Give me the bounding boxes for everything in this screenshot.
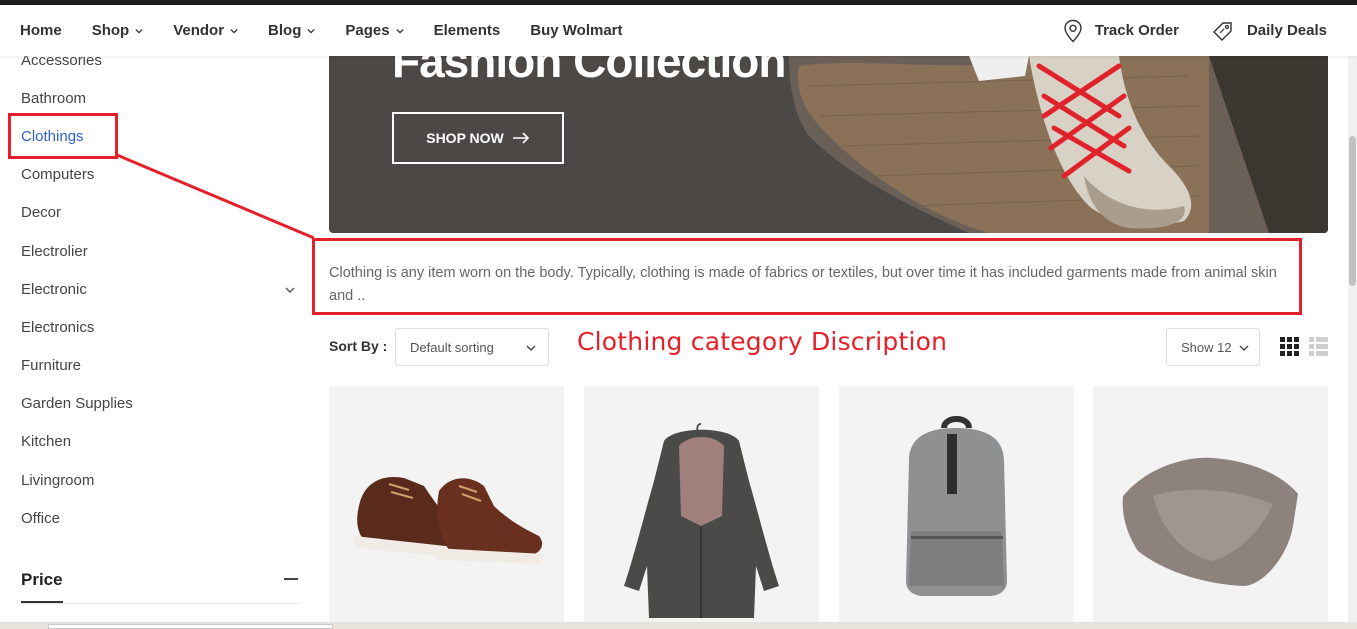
price-filter-title[interactable]: Price [21, 570, 63, 590]
sidebar-item-livingroom[interactable]: Livingroom [21, 471, 94, 491]
sort-by-label: Sort By : [329, 338, 388, 354]
sidebar-item-garden-supplies[interactable]: Garden Supplies [21, 394, 133, 414]
nav-blog-label: Blog [268, 22, 302, 39]
category-description: Clothing is any item worn on the body. T… [329, 265, 1277, 304]
product-card-backpack[interactable] [839, 386, 1074, 622]
sidebar-item-furniture[interactable]: Furniture [21, 356, 81, 376]
collapse-minus-icon[interactable] [284, 578, 298, 580]
nav-buy-wolmart-label: Buy Wolmart [530, 22, 623, 39]
backpack-image [906, 416, 1007, 596]
track-order-link[interactable]: Track Order [1063, 19, 1179, 43]
chevron-down-icon [307, 28, 316, 34]
sneaker-banner-image [789, 56, 1328, 233]
chevron-down-icon [1239, 345, 1249, 351]
category-banner: Fashion Collection SHOP NOW [329, 56, 1328, 233]
page-scrollbar[interactable] [1348, 56, 1357, 622]
towel-image [1122, 457, 1298, 586]
sidebar-item-electronics[interactable]: Electronics [21, 318, 94, 338]
arrow-right-icon [512, 132, 529, 144]
boots-image [354, 476, 544, 564]
scrollbar-thumb[interactable] [1349, 136, 1356, 286]
product-card-towel[interactable] [1093, 386, 1328, 622]
nav-home[interactable]: Home [20, 22, 62, 39]
chevron-down-icon [135, 28, 143, 34]
coat-image [624, 423, 779, 618]
product-card-coat[interactable] [584, 386, 819, 622]
chevron-down-icon [526, 345, 536, 351]
chevron-down-icon [395, 28, 404, 34]
nav-pages[interactable]: Pages [345, 22, 404, 39]
daily-deals-link[interactable]: Daily Deals [1211, 19, 1327, 43]
grid-view-icon[interactable] [1280, 337, 1299, 356]
show-count-select[interactable]: Show 12 [1166, 328, 1260, 366]
nav-elements[interactable]: Elements [434, 22, 501, 39]
sort-select[interactable]: Default sorting [395, 328, 549, 366]
sort-select-value: Default sorting [410, 339, 494, 355]
sidebar-item-electronic[interactable]: Electronic [21, 280, 87, 300]
price-tag-icon [1212, 21, 1232, 41]
nav-shop[interactable]: Shop [92, 22, 144, 39]
nav-shop-label: Shop [91, 22, 130, 39]
nav-home-label: Home [20, 22, 62, 39]
sidebar-item-kitchen[interactable]: Kitchen [21, 432, 71, 452]
price-title-underline [21, 601, 63, 603]
banner-title: Fashion Collection [392, 56, 786, 87]
sidebar-item-decor[interactable]: Decor [21, 203, 61, 223]
nav-vendor[interactable]: Vendor [173, 22, 238, 39]
main-header: Home Shop Vendor Blog Pages Elements Buy… [0, 5, 1357, 56]
annotation-box-clothings [8, 113, 118, 159]
chevron-down-icon [230, 28, 238, 34]
map-pin-icon [1064, 19, 1082, 42]
chevron-down-icon[interactable] [284, 284, 296, 296]
annotation-label: Clothing category Discription [577, 327, 948, 356]
track-order-label: Track Order [1094, 22, 1179, 39]
show-count-value: Show 12 [1181, 339, 1232, 355]
shop-now-button[interactable]: SHOP NOW [392, 112, 564, 164]
sidebar-item-computers[interactable]: Computers [21, 165, 94, 185]
sidebar-item-office[interactable]: Office [21, 509, 60, 529]
main-nav: Home Shop Vendor Blog Pages Elements Buy… [20, 5, 653, 56]
nav-vendor-label: Vendor [173, 22, 225, 39]
sidebar-item-electrolier[interactable]: Electrolier [21, 242, 88, 262]
daily-deals-label: Daily Deals [1246, 22, 1327, 39]
price-input-field[interactable] [48, 624, 333, 629]
product-card-boots[interactable] [329, 386, 564, 622]
sidebar-item-bathroom[interactable]: Bathroom [21, 89, 86, 109]
nav-pages-label: Pages [345, 22, 390, 39]
nav-blog[interactable]: Blog [268, 22, 316, 39]
price-divider [21, 603, 299, 604]
shop-now-label: SHOP NOW [426, 130, 504, 146]
header-right-links: Track Order Daily Deals [1031, 5, 1327, 56]
nav-elements-label: Elements [433, 22, 501, 39]
list-view-icon[interactable] [1309, 337, 1328, 356]
nav-buy-wolmart[interactable]: Buy Wolmart [530, 22, 622, 39]
